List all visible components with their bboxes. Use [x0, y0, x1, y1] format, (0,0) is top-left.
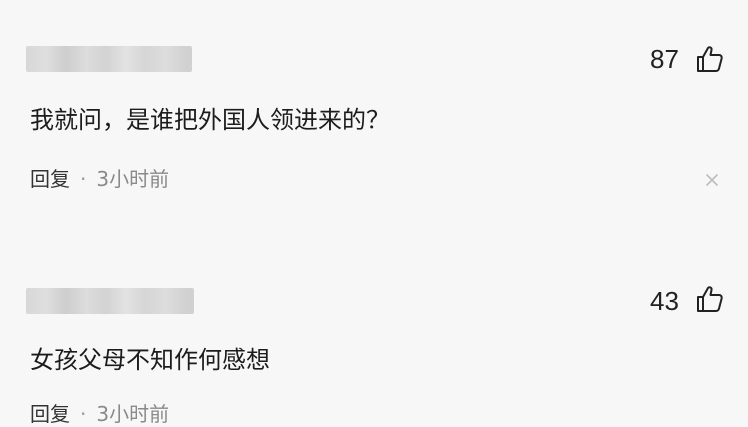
- username-redacted[interactable]: [26, 288, 194, 314]
- timestamp: 3小时前: [96, 167, 170, 191]
- username-redacted[interactable]: [26, 46, 192, 72]
- thumbs-up-icon[interactable]: [695, 44, 725, 74]
- comment-text: 女孩父母不知作何感想: [30, 346, 270, 374]
- meta-separator: ·: [80, 167, 87, 191]
- comment-meta: 回复 · 3小时前: [30, 398, 169, 427]
- comment-item: 43 女孩父母不知作何感想 回复 · 3小时前: [0, 262, 748, 426]
- comment-text: 我就问，是谁把外国人领进来的？: [30, 106, 390, 134]
- reply-button[interactable]: 回复: [30, 167, 70, 191]
- like-count: 43: [650, 286, 679, 316]
- comment-meta: 回复 · 3小时前: [30, 163, 169, 192]
- comment-item: 87 我就问，是谁把外国人领进来的？ 回复 · 3小时前: [0, 0, 748, 260]
- close-icon[interactable]: [704, 172, 720, 188]
- meta-separator: ·: [80, 402, 87, 426]
- reply-button[interactable]: 回复: [30, 402, 70, 426]
- thumbs-up-icon[interactable]: [695, 284, 725, 314]
- timestamp: 3小时前: [96, 402, 170, 426]
- like-count: 87: [650, 44, 679, 74]
